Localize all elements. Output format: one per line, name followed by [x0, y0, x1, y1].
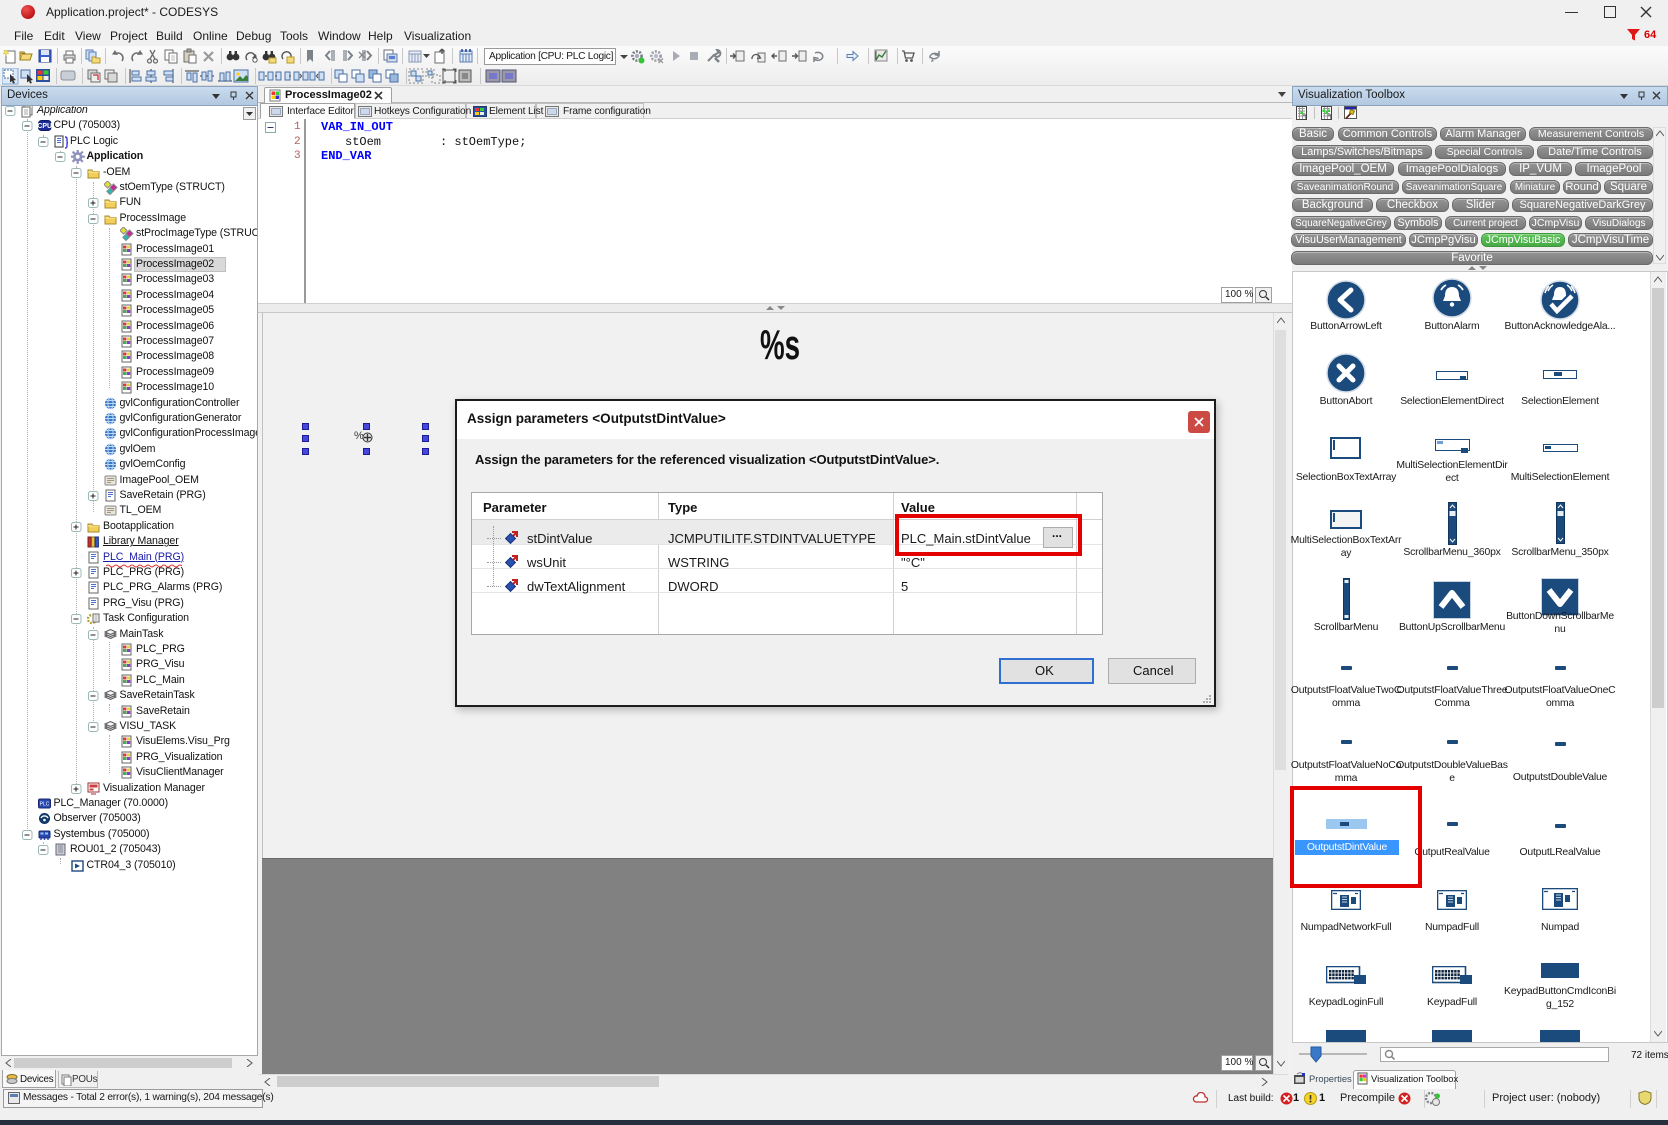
svg-text:PLC: PLC	[39, 802, 49, 808]
svg-text:CPU: CPU	[38, 123, 52, 130]
